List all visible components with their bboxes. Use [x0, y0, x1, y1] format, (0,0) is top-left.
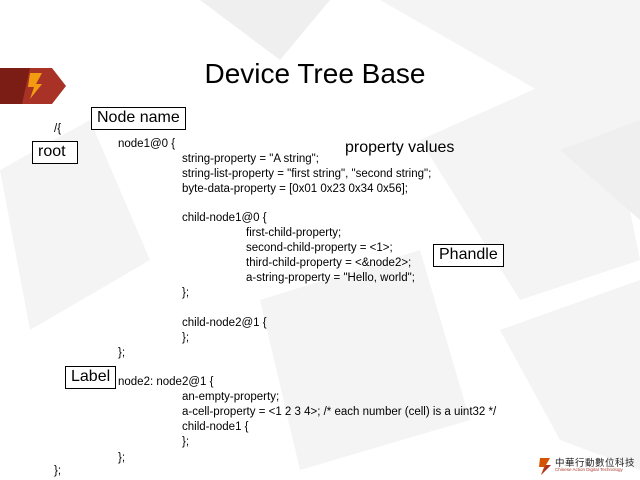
- footer-company-logo: 中華行動數位科技 Chinese Action Digital Technolo…: [538, 455, 638, 477]
- code-line-child-node1: child-node1@0 {: [182, 212, 267, 224]
- callout-label: Label: [65, 366, 117, 389]
- company-mark-icon: [539, 458, 551, 475]
- code-line-root-open: /{: [54, 123, 62, 135]
- code-line-an-empty-property: an-empty-property;: [182, 391, 280, 403]
- code-line-child-node1-close: };: [182, 287, 190, 299]
- code-line-third-child-property: third-child-property = <&node2>;: [246, 257, 412, 269]
- code-line-root-close: };: [54, 465, 62, 477]
- code-line-second-child-property: second-child-property = <1>;: [246, 242, 393, 254]
- code-line-child-node1-of-node2-close: };: [182, 436, 190, 448]
- code-line-first-child-property: first-child-property;: [246, 227, 342, 239]
- code-line-child-node2: child-node2@1 {: [182, 317, 267, 329]
- code-line-node2: node2: node2@1 {: [118, 376, 214, 388]
- slide-title: Device Tree Base: [204, 58, 426, 89]
- code-line-a-string-property: a-string-property = "Hello, world";: [246, 272, 415, 284]
- code-line-child-node1-of-node2: child-node1 {: [182, 421, 249, 433]
- code-line-node1-close: };: [118, 347, 126, 359]
- callout-node-name: Node name: [91, 107, 186, 130]
- code-line-node2-close: };: [118, 452, 126, 464]
- code-line-a-cell-property: a-cell-property = <1 2 3 4>; /* each num…: [182, 406, 497, 418]
- code-line-string-list-property: string-list-property = "first string", "…: [182, 168, 432, 180]
- callout-property-values: property values: [345, 139, 455, 156]
- code-line-byte-data-property: byte-data-property = [0x01 0x23 0x34 0x5…: [182, 183, 408, 195]
- code-line-child-node2-close: };: [182, 332, 190, 344]
- footer-company-name-en: Chinese Action Digital Technology: [555, 467, 623, 472]
- callout-root: root: [32, 141, 78, 164]
- code-line-node1: node1@0 {: [118, 138, 176, 150]
- code-line-string-property: string-property = "A string";: [182, 153, 319, 165]
- callout-phandle: Phandle: [433, 244, 504, 267]
